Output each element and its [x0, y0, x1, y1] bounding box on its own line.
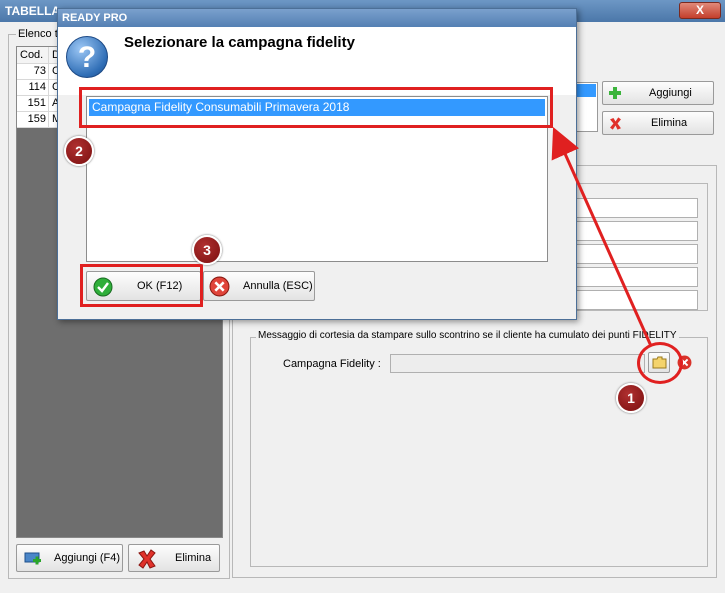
annotation-arrow [551, 127, 653, 347]
